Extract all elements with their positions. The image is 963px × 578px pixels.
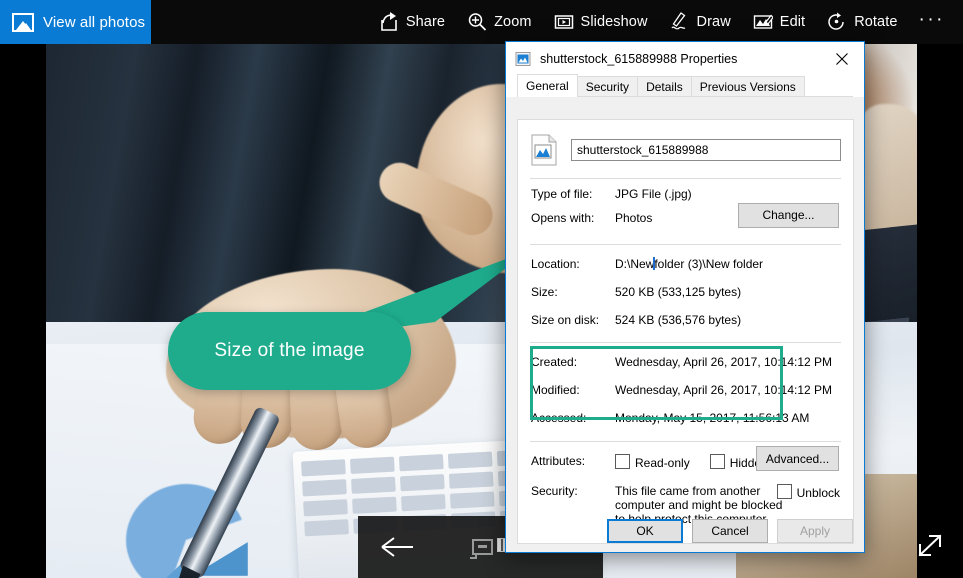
tab-security[interactable]: Security	[576, 76, 639, 97]
letterbox-right	[917, 44, 963, 578]
location-label: Location:	[531, 257, 580, 271]
dialog-buttons: OK Cancel Apply	[506, 519, 864, 543]
tab-previous-versions[interactable]: Previous Versions	[690, 76, 805, 97]
close-button[interactable]	[819, 42, 864, 75]
unblock-label: Unblock	[796, 486, 840, 500]
command-bar-items: Share Zoom Slideshow Draw Edit Rotate ··…	[368, 0, 957, 44]
callout-bubble: Size of the image	[168, 312, 411, 390]
zoom-button[interactable]: Zoom	[456, 0, 542, 44]
view-all-photos-button[interactable]: View all photos	[0, 0, 151, 44]
opens-with-label: Opens with:	[531, 211, 595, 225]
created-label: Created:	[531, 355, 578, 369]
unblock-checkbox[interactable]	[776, 484, 792, 499]
hidden-checkbox[interactable]	[709, 454, 725, 469]
security-label: Security:	[531, 484, 578, 498]
apply-button: Apply	[777, 519, 853, 543]
slideshow-icon	[554, 12, 574, 32]
advanced-button[interactable]: Advanced...	[756, 446, 839, 471]
security-row: Security: This file came from another co…	[518, 470, 853, 526]
size-row: Size: 520 KB (533,125 bytes)	[518, 273, 853, 301]
modified-label: Modified:	[531, 383, 580, 397]
tab-details[interactable]: Details	[637, 76, 692, 97]
letterbox-left	[0, 44, 46, 578]
filename-input[interactable]: shutterstock_615889988	[571, 139, 841, 161]
share-icon	[379, 12, 399, 32]
general-tab-panel: shutterstock_615889988 Type of file: JPG…	[517, 119, 854, 544]
more-options-button[interactable]: ···	[909, 10, 957, 35]
dialog-title-text: shutterstock_615889988 Properties	[540, 51, 738, 66]
share-label: Share	[405, 14, 446, 30]
opens-with-value: Photos	[615, 211, 653, 225]
readonly-checkbox-wrap[interactable]: Read-only	[615, 454, 690, 470]
location-value-before: D:\New	[615, 257, 655, 271]
change-button[interactable]: Change...	[738, 203, 839, 228]
jpg-file-icon	[531, 134, 557, 166]
size-on-disk-value: 524 KB (536,576 bytes)	[615, 313, 742, 327]
accessed-row: Accessed: Monday, May 15, 2017, 11:56:13…	[518, 399, 853, 427]
edit-button[interactable]: Edit	[742, 0, 816, 44]
readonly-label: Read-only	[635, 456, 690, 470]
size-label: Size:	[531, 285, 558, 299]
draw-button[interactable]: Draw	[659, 0, 742, 44]
created-value: Wednesday, April 26, 2017, 10:14:12 PM	[615, 355, 833, 369]
rotate-button[interactable]: Rotate	[816, 0, 908, 44]
draw-label: Draw	[696, 14, 731, 30]
cancel-button[interactable]: Cancel	[692, 519, 768, 543]
location-value-after: folder (3)\New folder	[654, 257, 764, 271]
unblock-checkbox-wrap[interactable]: Unblock	[776, 484, 840, 500]
slideshow-label: Slideshow	[580, 14, 648, 30]
properties-dialog: shutterstock_615889988 Properties Genera…	[505, 41, 865, 553]
draw-icon	[670, 12, 690, 32]
image-file-icon	[515, 51, 531, 66]
rotate-label: Rotate	[854, 14, 898, 30]
zoom-label: Zoom	[494, 14, 532, 30]
size-on-disk-label: Size on disk:	[531, 313, 600, 327]
readonly-checkbox[interactable]	[615, 454, 630, 469]
photos-library-icon	[12, 12, 34, 32]
attributes-label: Attributes:	[531, 454, 586, 468]
callout-text: Size of the image	[214, 340, 365, 361]
type-of-file-value: JPG File (.jpg)	[615, 187, 692, 201]
created-row: Created: Wednesday, April 26, 2017, 10:1…	[518, 343, 853, 371]
accessed-label: Accessed:	[531, 411, 587, 425]
zoom-icon	[467, 12, 487, 32]
modified-row: Modified: Wednesday, April 26, 2017, 10:…	[518, 371, 853, 399]
top-command-bar: View all photos Share Zoom Slideshow Dra…	[0, 0, 963, 44]
location-value: D:\Newfolder (3)\New folder	[615, 256, 763, 273]
dialog-tabs: General Security Details Previous Versio…	[506, 74, 864, 97]
comment-icon[interactable]	[468, 538, 494, 560]
accessed-value: Monday, May 15, 2017, 11:56:13 AM	[615, 411, 810, 425]
modified-value: Wednesday, April 26, 2017, 10:14:12 PM	[615, 383, 833, 397]
fullscreen-icon[interactable]	[915, 530, 947, 560]
edit-label: Edit	[779, 14, 806, 30]
share-button[interactable]: Share	[368, 0, 456, 44]
edit-icon	[753, 12, 773, 32]
size-value: 520 KB (533,125 bytes)	[615, 285, 742, 299]
slideshow-button[interactable]: Slideshow	[543, 0, 659, 44]
type-of-file-label: Type of file:	[531, 187, 593, 201]
tab-general[interactable]: General	[517, 74, 578, 97]
view-all-photos-label: View all photos	[43, 13, 146, 31]
attributes-row: Attributes: Read-only Hidden Advanced...	[518, 442, 853, 471]
ok-button[interactable]: OK	[607, 519, 683, 543]
close-icon	[835, 52, 848, 65]
photos-app-window: Size of the image View all photos Share …	[0, 0, 963, 578]
dialog-title-bar[interactable]: shutterstock_615889988 Properties	[506, 42, 864, 75]
type-of-file-row: Type of file: JPG File (.jpg)	[518, 179, 853, 203]
size-on-disk-row: Size on disk: 524 KB (536,576 bytes)	[518, 301, 853, 329]
location-row: Location: D:\Newfolder (3)\New folder	[518, 245, 853, 273]
filename-row: shutterstock_615889988	[518, 120, 853, 178]
back-arrow-icon[interactable]	[380, 534, 414, 560]
opens-with-row: Opens with: Photos Change...	[518, 203, 853, 235]
rotate-icon	[827, 12, 847, 32]
